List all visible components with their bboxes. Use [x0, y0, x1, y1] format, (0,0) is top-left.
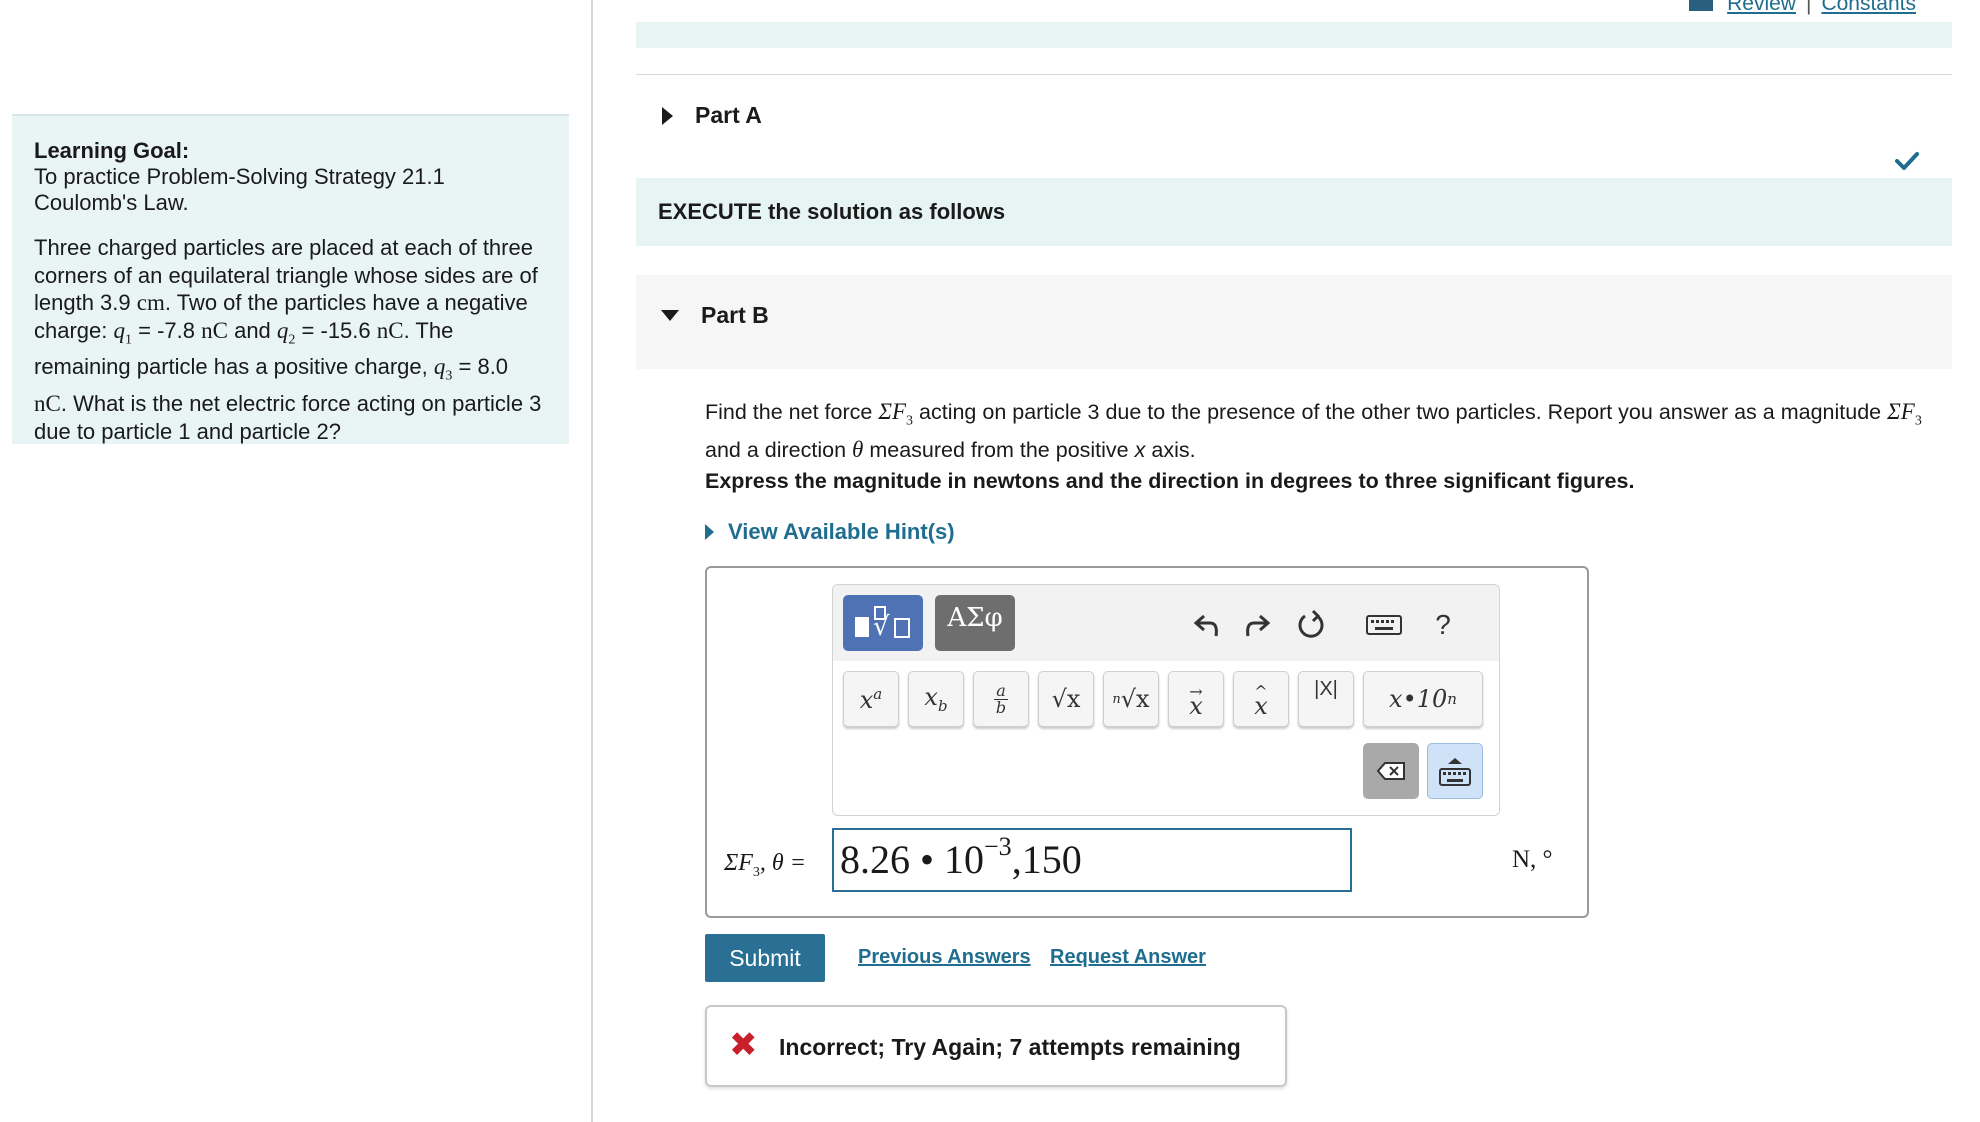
constants-link[interactable]: Constants	[1821, 0, 1916, 16]
help-icon[interactable]: ?	[1423, 605, 1463, 645]
part-b-label: Part B	[701, 302, 769, 328]
answer-input[interactable]: 8.26 • 10−3,150	[832, 828, 1352, 892]
q1-symbol: q	[113, 317, 126, 343]
learning-goal-line1: To practice Problem-Solving Strategy 21.…	[34, 164, 445, 189]
reset-icon[interactable]	[1291, 605, 1331, 645]
q2-symbol: q	[276, 317, 289, 343]
feedback-box: ✖ Incorrect; Try Again; 7 attempts remai…	[705, 1005, 1287, 1087]
execute-text: EXECUTE the solution as follows	[658, 199, 1006, 224]
sqrt-key[interactable]: √x	[1038, 671, 1094, 727]
part-b-header[interactable]: Part B	[661, 302, 769, 329]
q1-value: = -7.8	[132, 317, 195, 343]
force-subscript: 3	[906, 413, 914, 429]
superscript-key[interactable]: xa	[843, 671, 899, 727]
q3-value: = 8.0	[452, 354, 509, 380]
x-symbol: x	[1134, 437, 1146, 462]
panel-divider	[591, 0, 593, 1122]
answer-value-direction: ,150	[1011, 837, 1082, 882]
magnitude-subscript: 3	[1914, 413, 1922, 429]
templates-button[interactable]: √	[843, 595, 923, 651]
express-instruction: Express the magnitude in newtons and the…	[705, 469, 1635, 493]
feedback-message: Incorrect; Try Again; 7 attempts remaini…	[779, 1034, 1241, 1060]
templates-icon: √	[855, 606, 910, 642]
q2-unit: nC	[376, 317, 404, 343]
question-measured: measured from the positive	[869, 437, 1129, 462]
answer-value-base: 8.26 • 10	[840, 837, 985, 882]
q3-unit: nC	[34, 391, 61, 417]
part-a-header[interactable]: Part A	[662, 102, 762, 129]
redo-icon[interactable]	[1237, 605, 1277, 645]
sci-exponent: n	[1447, 690, 1457, 708]
undo-icon[interactable]	[1187, 605, 1227, 645]
nth-root-symbol: √x	[1120, 685, 1150, 713]
execute-band: EXECUTE the solution as follows	[636, 178, 1952, 246]
section-divider	[636, 74, 1952, 75]
question-text: Find the net force ΣF3 acting on particl…	[705, 398, 1945, 464]
caret-down-icon	[661, 310, 679, 321]
q2-value: = -15.6	[295, 317, 371, 343]
keyboard-toggle-key[interactable]	[1427, 743, 1483, 799]
unit-vector-key[interactable]: ^ x	[1233, 671, 1289, 727]
part-b-band	[636, 275, 1952, 369]
keyboard-icon	[1439, 767, 1471, 786]
problem-text-4: . What is the net electric force acting …	[34, 391, 542, 444]
previous-answers-link[interactable]: Previous Answers	[858, 946, 1031, 969]
learning-goal-panel: Learning Goal: To practice Problem-Solvi…	[12, 114, 569, 444]
vector-key[interactable]: → x	[1168, 671, 1224, 727]
request-answer-link[interactable]: Request Answer	[1050, 946, 1206, 969]
magnitude-symbol: ΣF	[1887, 399, 1915, 424]
review-link[interactable]: Review	[1727, 0, 1796, 16]
learning-goal-title: Learning Goal:	[34, 138, 190, 163]
q3-symbol: q	[433, 354, 446, 380]
math-toolbar: √ ΑΣφ ? xa xb a b √x n √x → x ^ x |X| x•10 n	[832, 584, 1500, 816]
book-icon	[1689, 0, 1714, 11]
greek-symbols-button[interactable]: ΑΣφ	[935, 595, 1015, 651]
previous-section-band	[636, 22, 1952, 48]
submit-button[interactable]: Submit	[705, 934, 825, 982]
force-symbol: ΣF	[878, 399, 907, 424]
nth-root-index: n	[1112, 691, 1121, 707]
fraction-key[interactable]: a b	[973, 671, 1029, 727]
link-separator: |	[1805, 0, 1812, 15]
view-hints-toggle[interactable]: View Available Hint(s)	[705, 519, 955, 545]
fraction-denominator: b	[995, 697, 1007, 717]
caret-right-icon	[662, 106, 673, 125]
answer-label: ΣF3, θ =	[724, 850, 806, 881]
sci-base: x•10	[1389, 685, 1448, 713]
caret-right-icon	[705, 524, 714, 540]
answer-value-exponent: −3	[984, 832, 1012, 861]
learning-goal-line2: Coulomb's Law.	[34, 190, 189, 215]
checkmark-icon	[1895, 152, 1919, 170]
vector-symbol: x	[1189, 692, 1203, 720]
q1-unit: nC	[201, 317, 228, 343]
scientific-notation-key[interactable]: x•10 n	[1363, 671, 1483, 727]
problem-statement: Three charged particles are placed at ea…	[34, 234, 547, 445]
question-direction: and a direction	[705, 437, 847, 462]
fraction-numerator: a	[996, 680, 1006, 700]
length-unit: cm	[136, 290, 165, 315]
answer-label-sum: ΣF	[724, 850, 753, 876]
question-middle: acting on particle 3 due to the presence…	[919, 400, 1882, 424]
answer-label-subscript: 3	[752, 864, 760, 880]
subscript-key[interactable]: xb	[908, 671, 964, 727]
nth-root-key[interactable]: n √x	[1103, 671, 1159, 727]
backspace-key[interactable]	[1363, 743, 1419, 799]
part-a-label: Part A	[695, 102, 762, 128]
theta-symbol: θ	[852, 436, 864, 462]
answer-label-theta: , θ =	[759, 850, 806, 876]
keyboard-icon[interactable]	[1361, 605, 1407, 645]
view-hints-label: View Available Hint(s)	[728, 519, 955, 544]
answer-units: N, °	[1512, 846, 1553, 873]
unit-vector-symbol: x	[1254, 692, 1268, 720]
chevron-up-icon	[1448, 757, 1462, 764]
q1-subscript: 1	[125, 331, 133, 347]
error-x-icon: ✖	[729, 1026, 758, 1064]
question-axis: axis.	[1151, 437, 1196, 462]
and-text: and	[227, 317, 271, 343]
top-links: Review | Constants	[1689, 0, 1916, 16]
absolute-value-key[interactable]: |X|	[1298, 671, 1354, 727]
backspace-icon	[1376, 762, 1405, 780]
question-prefix: Find the net force	[705, 400, 873, 424]
